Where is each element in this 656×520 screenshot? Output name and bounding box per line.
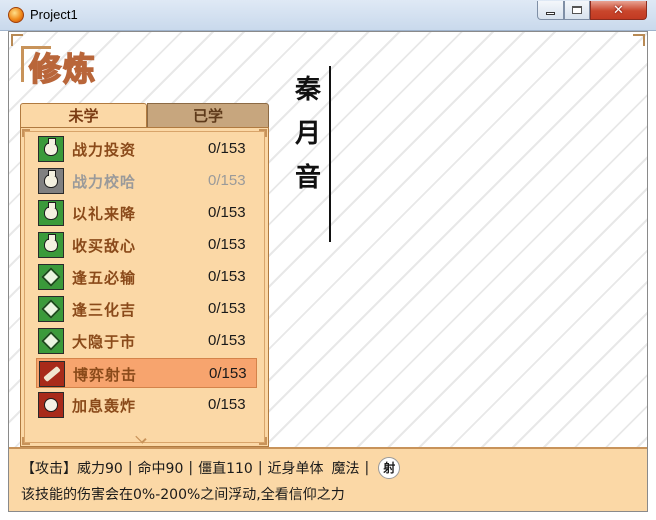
maximize-button[interactable] — [564, 1, 590, 20]
skill-row[interactable]: 战力校哈 0/153 — [36, 166, 257, 196]
skill-name: 以礼来降 — [72, 205, 137, 223]
skill-name: 大隐于市 — [72, 333, 137, 351]
skill-count: 0/153 — [208, 140, 246, 157]
skill-row[interactable]: 逢五必输 0/153 — [36, 262, 257, 292]
page-title: 修炼 — [28, 49, 98, 89]
character-name: 秦 月 音 — [291, 68, 325, 200]
skill-list: 战力投资 0/153 战力校哈 0/153 以礼来降 0/153 收买敌心 0/… — [20, 127, 269, 447]
skill-count: 0/153 — [208, 300, 246, 317]
page-heading: 修炼 — [19, 40, 115, 89]
stat-separator: | — [257, 460, 263, 476]
list-corner-decoration — [259, 129, 267, 137]
skill-row[interactable]: 加息轰炸 0/153 — [36, 390, 257, 420]
skill-name: 逢三化吉 — [72, 301, 137, 319]
card-icon — [38, 296, 64, 322]
skill-row[interactable]: 战力投资 0/153 — [36, 134, 257, 164]
skill-row-selected[interactable]: 博弈射击 0/153 — [36, 358, 257, 388]
skill-count: 0/153 — [208, 236, 246, 253]
skill-category: 魔法 — [331, 461, 360, 477]
card-icon — [38, 328, 64, 354]
skill-type: 【攻击】 — [21, 461, 77, 477]
minimize-button[interactable] — [537, 1, 564, 20]
tab-learned[interactable]: 已学 — [147, 103, 269, 128]
skill-accuracy: 命中90 — [137, 461, 184, 477]
skill-name: 收买敌心 — [72, 237, 137, 255]
bomb-icon — [38, 392, 64, 418]
skill-count: 0/153 — [208, 332, 246, 349]
skill-count: 0/153 — [208, 268, 246, 285]
frame-corner-decoration — [633, 34, 645, 46]
skill-name: 战力投资 — [72, 141, 137, 159]
game-screen: 修炼 未学 已学 战力投资 0/153 战力校哈 0/153 以礼来降 0/15… — [8, 31, 648, 512]
shoot-element-icon: 射 — [378, 457, 401, 479]
list-corner-decoration — [22, 437, 30, 445]
skill-stats: 【攻击】 威力90 | 命中90 | 僵直110 | 近身单体 魔法 | 射 — [21, 457, 401, 479]
window-title: Project1 — [30, 7, 78, 22]
skill-count: 0/153 — [208, 396, 246, 413]
gun-icon — [39, 361, 65, 387]
bag-icon — [38, 200, 64, 226]
skill-name: 加息轰炸 — [72, 397, 137, 415]
tab-unlearned[interactable]: 未学 — [20, 103, 147, 128]
stat-separator: | — [188, 460, 194, 476]
character-name-char: 秦 — [294, 75, 321, 105]
skill-stiffness: 僵直110 — [198, 461, 253, 477]
skill-power: 威力90 — [77, 461, 123, 477]
skill-name: 战力校哈 — [72, 173, 137, 191]
bag-icon — [38, 168, 64, 194]
minimize-icon — [546, 11, 555, 15]
heading-ornament — [21, 46, 24, 82]
skill-row[interactable]: 收买敌心 0/153 — [36, 230, 257, 260]
skill-description: 该技能的伤害会在0%-200%之间浮动,全看信仰之力 — [21, 487, 345, 503]
skill-count: 0/153 — [209, 365, 247, 382]
list-corner-decoration — [259, 437, 267, 445]
character-name-divider — [329, 66, 331, 242]
card-icon — [38, 264, 64, 290]
app-orb-icon — [8, 7, 24, 23]
skill-row[interactable]: 大隐于市 0/153 — [36, 326, 257, 356]
list-corner-decoration — [22, 129, 30, 137]
skill-name: 博弈射击 — [73, 366, 138, 384]
character-name-char: 月 — [294, 119, 321, 149]
skill-info-bar: 【攻击】 威力90 | 命中90 | 僵直110 | 近身单体 魔法 | 射 该… — [9, 447, 647, 511]
close-icon: ✕ — [613, 2, 624, 18]
skill-name: 逢五必输 — [72, 269, 137, 287]
stat-separator: | — [364, 460, 370, 476]
bag-icon — [38, 136, 64, 162]
skill-count: 0/153 — [208, 172, 246, 189]
skill-range: 近身单体 — [267, 461, 324, 477]
stat-separator: | — [127, 460, 133, 476]
character-name-char: 音 — [294, 163, 321, 193]
close-button[interactable]: ✕ — [590, 1, 647, 20]
maximize-icon — [572, 6, 582, 14]
skill-row[interactable]: 以礼来降 0/153 — [36, 198, 257, 228]
bag-icon — [38, 232, 64, 258]
window-titlebar[interactable]: Project1 ✕ — [0, 0, 656, 31]
skill-row[interactable]: 逢三化吉 0/153 — [36, 294, 257, 324]
skill-count: 0/153 — [208, 204, 246, 221]
skill-panel: 未学 已学 战力投资 0/153 战力校哈 0/153 以礼来降 0/153 收… — [20, 103, 270, 447]
